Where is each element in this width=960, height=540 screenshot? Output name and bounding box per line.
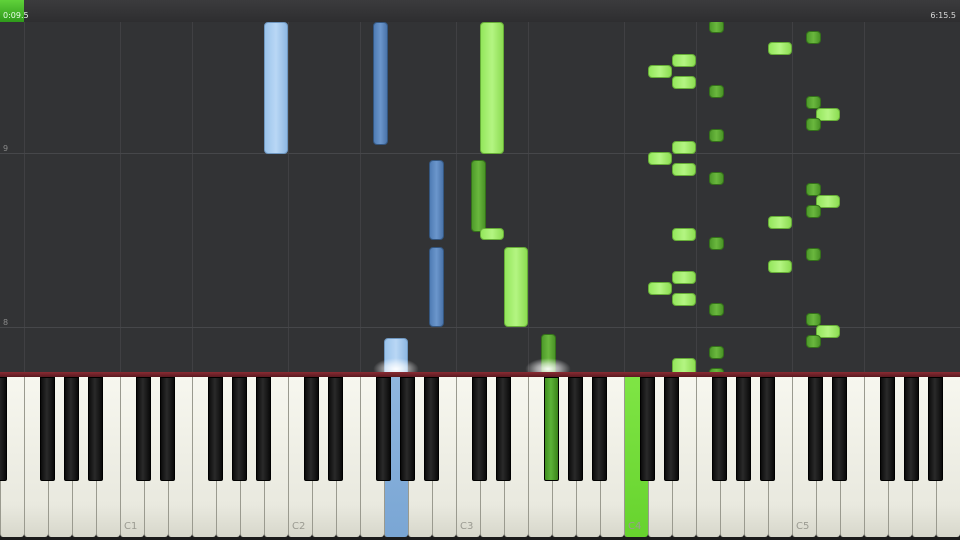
falling-note <box>648 282 672 295</box>
falling-note <box>672 228 696 241</box>
falling-note <box>709 85 724 98</box>
falling-note <box>672 141 696 154</box>
falling-note <box>648 152 672 165</box>
octave-label: C5 <box>796 521 810 532</box>
black-key-a-sharp3[interactable] <box>592 377 607 481</box>
progress-bar[interactable]: 0:09.5 6:15.5 <box>0 0 960 23</box>
falling-note <box>648 65 672 78</box>
falling-note <box>709 22 724 33</box>
elapsed-time: 0:09.5 <box>3 11 29 20</box>
black-key-c-sharp2[interactable] <box>304 377 319 481</box>
falling-note <box>768 42 792 55</box>
falling-note <box>471 160 486 232</box>
black-key-d-sharp5[interactable] <box>832 377 847 481</box>
measure-number: 8 <box>3 318 9 327</box>
key-guide <box>624 22 625 372</box>
falling-note <box>709 172 724 185</box>
falling-note <box>480 228 504 240</box>
black-key-f-sharp5[interactable] <box>880 377 895 481</box>
octave-label: C4 <box>628 521 642 532</box>
falling-note <box>806 205 821 218</box>
key-guide <box>288 22 289 372</box>
falling-note <box>709 303 724 316</box>
black-key-c-sharp3[interactable] <box>472 377 487 481</box>
falling-note <box>541 334 556 372</box>
synthesia-player: 0:09.5 6:15.5 9 8 C1 C2 C3 C4 C5 <box>0 0 960 540</box>
falling-note <box>429 247 444 327</box>
falling-note <box>709 346 724 359</box>
falling-note <box>672 271 696 284</box>
falling-note <box>373 22 388 145</box>
black-key-a-sharp4[interactable] <box>760 377 775 481</box>
falling-note <box>480 22 504 154</box>
falling-note <box>672 163 696 176</box>
black-key-g-sharp3[interactable] <box>568 377 583 481</box>
black-key-g-sharp2[interactable] <box>400 377 415 481</box>
key-guide <box>792 22 793 372</box>
key-guide <box>456 22 457 372</box>
falling-note <box>768 260 792 273</box>
black-key-g-sharp0[interactable] <box>64 377 79 481</box>
key-guide <box>120 22 121 372</box>
black-key-c-sharp5[interactable] <box>808 377 823 481</box>
black-key-a-sharp5[interactable] <box>928 377 943 481</box>
octave-label: C3 <box>460 521 474 532</box>
falling-notes-area: 9 8 <box>0 22 960 372</box>
falling-note <box>806 335 821 348</box>
key-guide <box>528 22 529 372</box>
black-key-c-sharp4[interactable] <box>640 377 655 481</box>
black-key-d-sharp4[interactable] <box>664 377 679 481</box>
black-key-d-sharp3[interactable] <box>496 377 511 481</box>
key-guide <box>24 22 25 372</box>
falling-note <box>806 248 821 261</box>
falling-note <box>672 76 696 89</box>
octave-label: C2 <box>292 521 306 532</box>
key-guide <box>360 22 361 372</box>
black-key-c-sharp1[interactable] <box>136 377 151 481</box>
octave-label: C1 <box>124 521 138 532</box>
total-time: 6:15.5 <box>930 11 956 20</box>
black-key-a-sharp0[interactable] <box>88 377 103 481</box>
black-key-g-sharp5[interactable] <box>904 377 919 481</box>
falling-note <box>429 160 444 240</box>
falling-note <box>672 54 696 67</box>
falling-note <box>672 293 696 306</box>
key-guide <box>192 22 193 372</box>
black-key-f-sharp3[interactable] <box>544 377 559 481</box>
black-key-a-sharp2[interactable] <box>424 377 439 481</box>
black-key-f-sharp1[interactable] <box>208 377 223 481</box>
falling-note <box>806 31 821 44</box>
falling-note <box>504 247 528 327</box>
measure-line <box>0 153 960 154</box>
black-key-f-sharp4[interactable] <box>712 377 727 481</box>
measure-number: 9 <box>3 144 9 153</box>
black-key-d-sharp0[interactable] <box>0 377 7 481</box>
falling-note <box>264 22 288 154</box>
falling-note <box>709 237 724 250</box>
black-key-f-sharp2[interactable] <box>376 377 391 481</box>
black-key-d-sharp2[interactable] <box>328 377 343 481</box>
black-key-g-sharp4[interactable] <box>736 377 751 481</box>
key-guide <box>864 22 865 372</box>
black-key-d-sharp1[interactable] <box>160 377 175 481</box>
black-key-f-sharp0[interactable] <box>40 377 55 481</box>
falling-note <box>768 216 792 229</box>
key-guide <box>696 22 697 372</box>
black-key-a-sharp1[interactable] <box>256 377 271 481</box>
piano-keyboard[interactable]: C1 C2 C3 C4 C5 <box>0 377 960 540</box>
falling-note <box>672 358 696 372</box>
falling-note <box>709 129 724 142</box>
falling-note <box>806 118 821 131</box>
falling-note <box>384 338 408 372</box>
black-key-g-sharp1[interactable] <box>232 377 247 481</box>
